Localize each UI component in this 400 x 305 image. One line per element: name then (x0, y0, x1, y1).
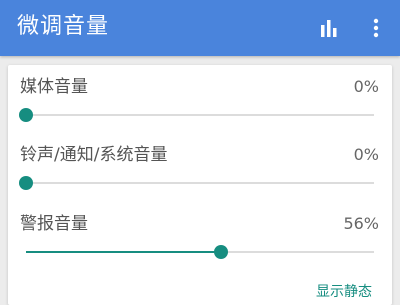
ringtone-volume-row: 铃声/通知/系统音量 0% (8, 133, 392, 201)
volume-card: 媒体音量 0% 铃声/通知/系统音量 0% 警报音量 56% (8, 65, 392, 305)
ringtone-volume-label: 铃声/通知/系统音量 (20, 145, 168, 165)
app-bar: 微调音量 (0, 0, 400, 56)
bar-chart-icon (321, 20, 337, 37)
ringtone-volume-value: 0% (353, 145, 379, 164)
media-volume-row: 媒体音量 0% (8, 65, 392, 133)
alarm-volume-value: 56% (343, 214, 379, 233)
show-static-link[interactable]: 显示静态 (316, 284, 372, 300)
media-volume-slider[interactable] (19, 107, 374, 123)
slider-fill (26, 251, 221, 253)
alarm-volume-row: 警报音量 56% (8, 202, 392, 270)
media-volume-value: 0% (353, 77, 379, 96)
app-title: 微调音量 (17, 14, 110, 39)
slider-thumb[interactable] (19, 108, 33, 122)
more-options-button[interactable] (356, 8, 396, 48)
slider-track (26, 114, 374, 116)
alarm-volume-label: 警报音量 (20, 214, 88, 234)
media-volume-label: 媒体音量 (20, 77, 88, 97)
more-vertical-icon (373, 18, 379, 38)
ringtone-volume-slider[interactable] (19, 175, 374, 191)
alarm-volume-slider[interactable] (26, 244, 374, 260)
slider-thumb[interactable] (213, 245, 228, 259)
slider-thumb[interactable] (19, 176, 33, 190)
slider-track (26, 182, 374, 184)
stats-button[interactable] (309, 8, 349, 48)
